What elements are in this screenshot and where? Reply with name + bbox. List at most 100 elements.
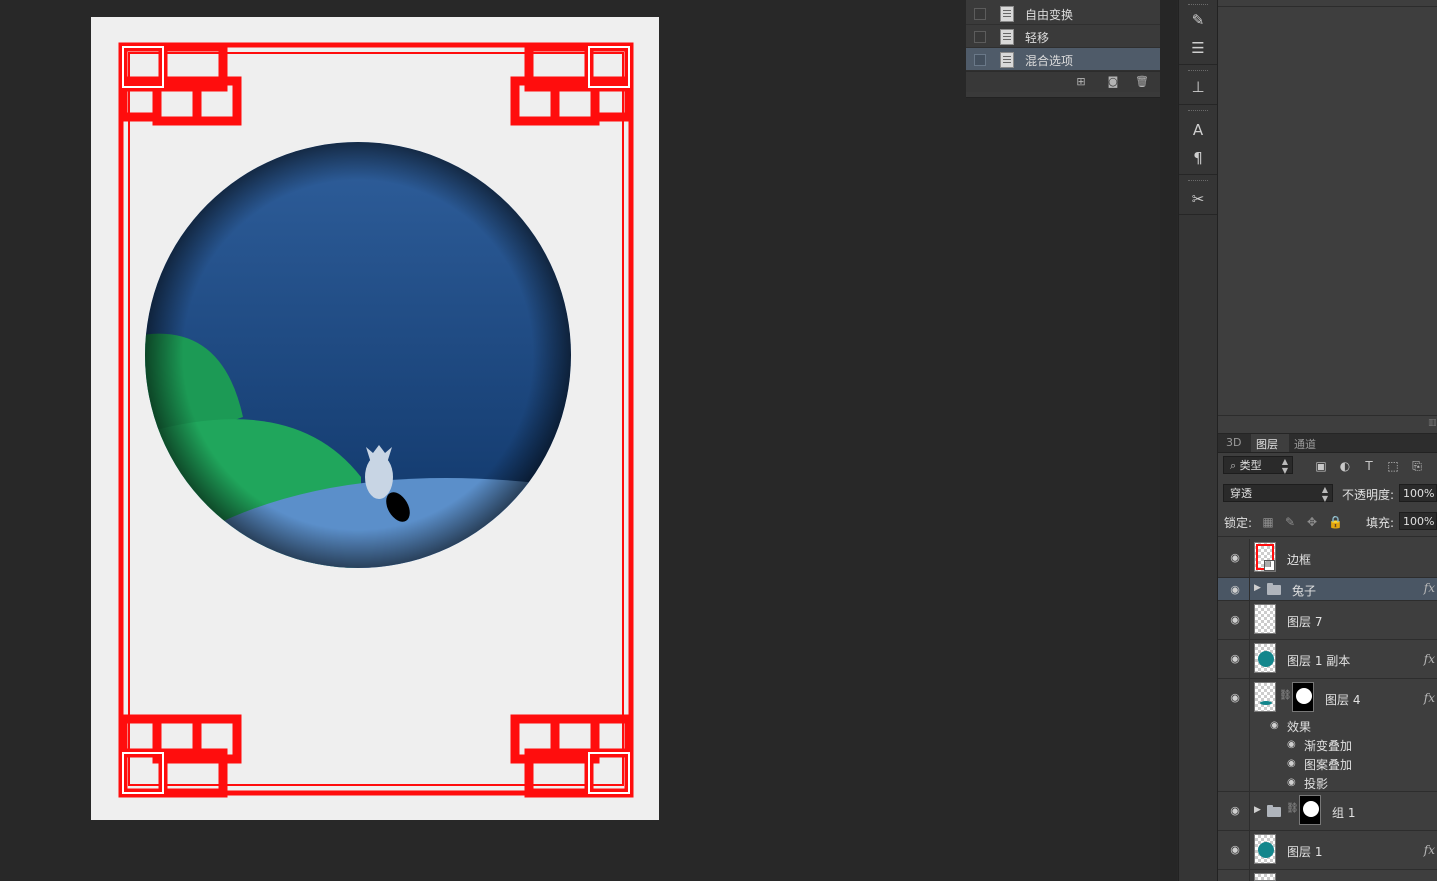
fill-label: 填充: — [1366, 516, 1395, 530]
tab-channels[interactable]: 通道 — [1294, 436, 1316, 452]
history-state-icon — [1000, 6, 1014, 22]
layer-row-layer-1-copy[interactable]: ◉ 图层 1 副本 fx — [1218, 640, 1437, 679]
canvas-document[interactable] — [91, 17, 659, 820]
layer-row-layer-4[interactable]: ◉ ⛓ 图层 4 fx ◉ 效果 ◉ 渐变叠加 ◉ 图案叠加 ◉ 投影 — [1218, 679, 1437, 792]
lock-all-icon[interactable]: 🔒 — [1328, 515, 1343, 529]
smart-object-badge-icon: ▤ — [1264, 560, 1275, 571]
layer-mask-thumbnail[interactable] — [1292, 682, 1314, 712]
layer-thumbnail — [1254, 643, 1276, 673]
history-item-free-transform[interactable]: 自由变换 — [966, 2, 1162, 25]
history-item-blending-options[interactable]: 混合选项 — [966, 48, 1162, 71]
visibility-eye-icon[interactable]: ◉ — [1228, 843, 1242, 856]
lock-move-icon[interactable]: ✥ — [1305, 515, 1319, 529]
empty-panel-area: ▥ — [1218, 0, 1437, 434]
drag-grip[interactable] — [1188, 110, 1208, 113]
filter-pixel-icon[interactable]: ▣ — [1314, 459, 1328, 473]
drag-grip[interactable] — [1188, 70, 1208, 73]
layer-thumbnail — [1254, 682, 1276, 712]
visibility-eye-icon[interactable]: ◉ — [1228, 613, 1242, 626]
opacity-input[interactable]: 100% — [1399, 484, 1437, 502]
layer-name[interactable]: 图层 1 — [1287, 843, 1322, 860]
effects-label[interactable]: 效果 — [1287, 718, 1311, 735]
clone-stamp-icon[interactable]: ⊥ — [1187, 76, 1209, 98]
lock-brush-icon[interactable]: ✎ — [1283, 515, 1297, 529]
panel-icon-strip: ✎ ☰ ⊥ A ¶ ✂ — [1178, 0, 1218, 881]
expand-triangle-icon[interactable]: ▶ — [1254, 583, 1261, 593]
visibility-eye-icon[interactable]: ◉ — [1228, 691, 1242, 704]
opacity-label: 不透明度: — [1342, 488, 1395, 502]
effect-pattern-overlay[interactable]: 图案叠加 — [1304, 756, 1352, 773]
layer-row-rabbit-group[interactable]: ◉ ▶ 兔子 fx — [1218, 578, 1437, 601]
expand-triangle-icon[interactable]: ▶ — [1254, 805, 1261, 815]
history-item-nudge[interactable]: 轻移 — [966, 25, 1162, 48]
filter-shape-icon[interactable]: ⬚ — [1386, 459, 1400, 473]
effect-gradient-overlay[interactable]: 渐变叠加 — [1304, 737, 1352, 754]
filter-smart-object-icon[interactable]: ⎘ — [1410, 459, 1424, 473]
filter-type-icon[interactable]: T — [1362, 459, 1376, 473]
fill-input[interactable]: 100% — [1399, 512, 1437, 530]
layer-name[interactable]: 组 1 — [1332, 804, 1355, 821]
panel-tabs: 3D 图层 通道 — [1218, 434, 1437, 453]
filter-kind-value: 类型 — [1239, 459, 1262, 472]
drag-grip[interactable] — [1188, 180, 1208, 183]
snapshot-checkbox[interactable] — [974, 31, 986, 43]
tab-layers[interactable]: 图层 — [1256, 436, 1278, 452]
filter-adjustment-icon[interactable]: ◐ — [1338, 459, 1352, 473]
history-item-label: 混合选项 — [1025, 54, 1074, 68]
lock-label: 锁定: — [1224, 516, 1253, 530]
history-state-icon — [1000, 29, 1014, 45]
visibility-eye-icon[interactable]: ◉ — [1228, 804, 1242, 817]
layer-row-layer-1[interactable]: ◉ 图层 1 fx — [1218, 831, 1437, 870]
visibility-eye-icon[interactable]: ◉ — [1228, 583, 1242, 596]
layer-filter-select[interactable]: ⌕ 类型 ▲ ▼ — [1223, 456, 1293, 475]
brushes-icon[interactable]: ✎ — [1187, 9, 1209, 31]
fx-icon[interactable]: fx — [1424, 652, 1435, 666]
link-chain-icon[interactable]: ⛓ — [1279, 690, 1292, 701]
drag-grip[interactable] — [1188, 4, 1208, 7]
layer-name[interactable]: 边框 — [1287, 551, 1311, 568]
paragraph-icon[interactable]: ¶ — [1187, 147, 1209, 169]
history-panel: 自由变换 轻移 混合选项 ▼ ⊞ ◙ 🗑 — [966, 0, 1176, 98]
effect-visibility-eye-icon[interactable]: ◉ — [1287, 739, 1296, 750]
lock-transparency-icon[interactable]: ▦ — [1261, 515, 1275, 529]
trash-icon[interactable]: ▥ — [1428, 418, 1437, 428]
trash-icon[interactable]: 🗑 — [1135, 76, 1149, 88]
layer-mask-thumbnail[interactable] — [1299, 795, 1321, 825]
layer-thumbnail — [1254, 873, 1276, 881]
camera-snapshot-icon[interactable]: ◙ — [1106, 76, 1120, 88]
fx-icon[interactable]: fx — [1424, 691, 1435, 705]
effect-visibility-eye-icon[interactable]: ◉ — [1287, 758, 1296, 769]
character-icon[interactable]: A — [1187, 119, 1209, 141]
folder-icon — [1267, 805, 1281, 817]
layer-name[interactable]: 图层 7 — [1287, 613, 1322, 630]
effect-drop-shadow[interactable]: 投影 — [1304, 775, 1328, 792]
layer-name[interactable]: 图层 4 — [1325, 691, 1360, 708]
effect-visibility-eye-icon[interactable]: ◉ — [1287, 777, 1296, 788]
tool-presets-icon[interactable]: ✂ — [1187, 188, 1209, 210]
layer-row-partial[interactable] — [1218, 870, 1437, 881]
link-chain-icon[interactable]: ⛓ — [1286, 803, 1299, 814]
layer-row-border[interactable]: ◉ ▤ 边框 — [1218, 539, 1437, 578]
visibility-eye-icon[interactable]: ◉ — [1228, 652, 1242, 665]
new-document-from-state-icon[interactable]: ⊞ — [1074, 76, 1088, 88]
layers-panel: 3D 图层 通道 ⌕ 类型 ▲ ▼ ▣ ◐ T ⬚ ⎘ 穿透 ▲ ▼ 不透明度: 1… — [1218, 434, 1437, 881]
circle-window — [145, 142, 571, 568]
visibility-eye-icon[interactable]: ◉ — [1228, 551, 1242, 564]
folder-icon — [1267, 583, 1281, 595]
tab-3d[interactable]: 3D — [1226, 436, 1241, 449]
effects-visibility-eye-icon[interactable]: ◉ — [1270, 720, 1279, 731]
layer-thumbnail — [1254, 834, 1276, 864]
layer-name[interactable]: 图层 1 副本 — [1287, 652, 1350, 669]
history-state-icon — [1000, 52, 1014, 68]
snapshot-checkbox[interactable] — [974, 8, 986, 20]
adjust-sliders-icon[interactable]: ☰ — [1187, 37, 1209, 59]
canvas-vertical-scrollbar[interactable] — [1160, 0, 1177, 881]
layer-row-layer-7[interactable]: ◉ 图层 7 — [1218, 601, 1437, 640]
layer-name[interactable]: 兔子 — [1292, 582, 1316, 599]
snapshot-checkbox[interactable] — [974, 54, 986, 66]
layer-row-group-1[interactable]: ◉ ▶ ⛓ 组 1 — [1218, 792, 1437, 831]
blend-mode-select[interactable]: 穿透 ▲ ▼ — [1223, 484, 1333, 503]
fx-icon[interactable]: fx — [1424, 843, 1435, 857]
fx-icon[interactable]: fx — [1424, 581, 1435, 595]
history-item-label: 自由变换 — [1025, 8, 1074, 22]
